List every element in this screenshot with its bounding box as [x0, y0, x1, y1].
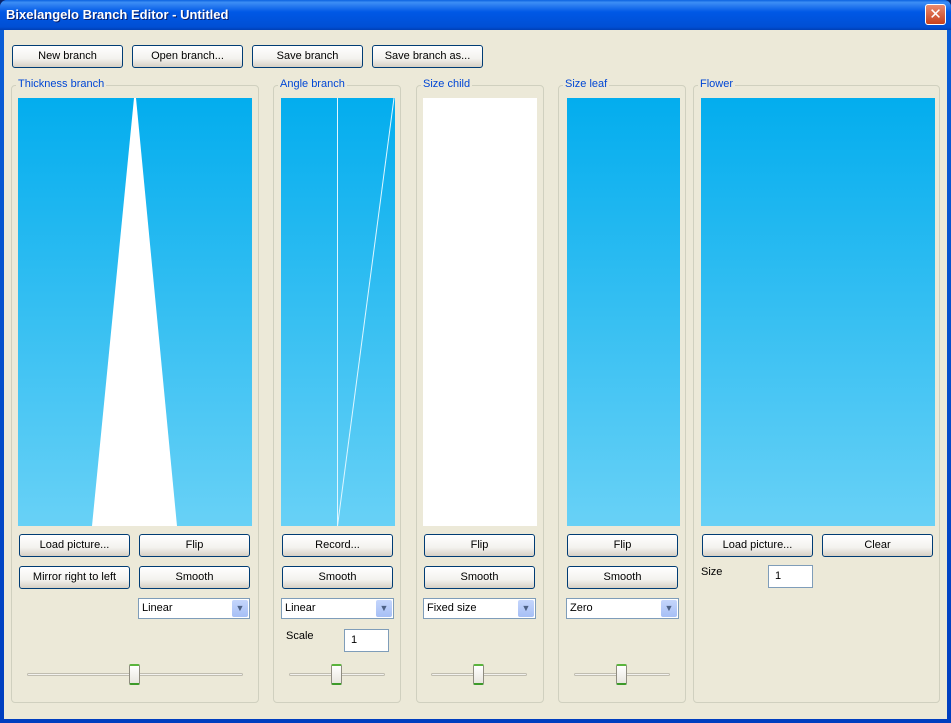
- app-window: Bixelangelo Branch Editor - Untitled ✕ N…: [0, 0, 951, 723]
- select-value: Fixed size: [427, 602, 477, 614]
- title-bar[interactable]: Bixelangelo Branch Editor - Untitled ✕: [0, 0, 951, 30]
- size-label: Size: [701, 566, 723, 578]
- size-child-flip-button[interactable]: Flip: [424, 534, 535, 557]
- flower-canvas[interactable]: [701, 98, 935, 526]
- new-branch-button[interactable]: New branch: [12, 45, 123, 68]
- slider-thumb[interactable]: [331, 664, 342, 685]
- select-value: Zero: [570, 602, 593, 614]
- size-leaf-canvas[interactable]: [567, 98, 680, 526]
- scale-label: Scale: [286, 630, 314, 642]
- group-label: Size child: [421, 78, 473, 90]
- group-label: Flower: [698, 78, 736, 90]
- angle-curve: [337, 98, 395, 526]
- slider-thumb[interactable]: [129, 664, 140, 685]
- thickness-flip-button[interactable]: Flip: [139, 534, 250, 557]
- thickness-mode-select[interactable]: Linear ▼: [138, 598, 250, 619]
- thickness-smooth-button[interactable]: Smooth: [139, 566, 250, 589]
- flower-size-input[interactable]: 1: [768, 565, 813, 588]
- open-branch-button[interactable]: Open branch...: [132, 45, 243, 68]
- slider-thumb[interactable]: [473, 664, 484, 685]
- size-leaf-slider[interactable]: [574, 664, 670, 686]
- select-value: Linear: [285, 602, 316, 614]
- slider-thumb[interactable]: [616, 664, 627, 685]
- thickness-slider[interactable]: [27, 664, 243, 686]
- size-leaf-smooth-button[interactable]: Smooth: [567, 566, 678, 589]
- flower-clear-button[interactable]: Clear: [822, 534, 933, 557]
- save-branch-button[interactable]: Save branch: [252, 45, 363, 68]
- chevron-down-icon[interactable]: ▼: [661, 600, 677, 617]
- chevron-down-icon[interactable]: ▼: [518, 600, 534, 617]
- select-value: Linear: [142, 602, 173, 614]
- angle-smooth-button[interactable]: Smooth: [282, 566, 393, 589]
- size-child-smooth-button[interactable]: Smooth: [424, 566, 535, 589]
- chevron-down-icon[interactable]: ▼: [376, 600, 392, 617]
- window-title: Bixelangelo Branch Editor - Untitled: [6, 7, 229, 22]
- record-button[interactable]: Record...: [282, 534, 393, 557]
- size-leaf-mode-select[interactable]: Zero ▼: [566, 598, 679, 619]
- save-branch-as-button[interactable]: Save branch as...: [372, 45, 483, 68]
- thickness-canvas[interactable]: [18, 98, 252, 526]
- group-label: Angle branch: [278, 78, 347, 90]
- client-area: New branch Open branch... Save branch Sa…: [4, 30, 947, 719]
- group-label: Size leaf: [563, 78, 610, 90]
- group-label: Thickness branch: [16, 78, 107, 90]
- chevron-down-icon[interactable]: ▼: [232, 600, 248, 617]
- size-child-slider[interactable]: [431, 664, 527, 686]
- scale-input[interactable]: 1: [344, 629, 389, 652]
- mirror-right-to-left-button[interactable]: Mirror right to left: [19, 566, 130, 589]
- thickness-load-picture-button[interactable]: Load picture...: [19, 534, 130, 557]
- angle-slider[interactable]: [289, 664, 385, 686]
- angle-mode-select[interactable]: Linear ▼: [281, 598, 394, 619]
- flower-load-picture-button[interactable]: Load picture...: [702, 534, 813, 557]
- size-leaf-flip-button[interactable]: Flip: [567, 534, 678, 557]
- close-icon[interactable]: ✕: [925, 4, 946, 25]
- angle-canvas[interactable]: [281, 98, 395, 526]
- size-child-mode-select[interactable]: Fixed size ▼: [423, 598, 536, 619]
- size-child-canvas[interactable]: [423, 98, 537, 526]
- thickness-shape: [92, 98, 177, 526]
